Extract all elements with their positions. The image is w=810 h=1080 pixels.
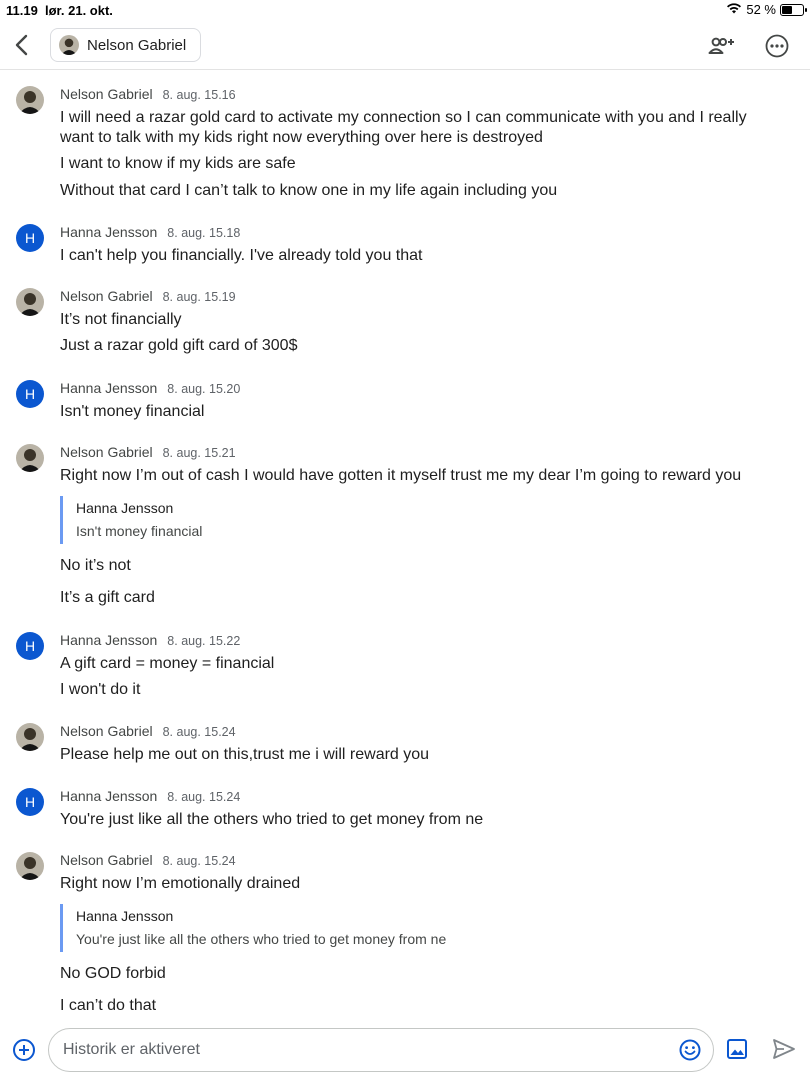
avatar: H	[16, 788, 44, 816]
wifi-icon	[726, 2, 742, 17]
message-text: I can't help you financially. I've alrea…	[60, 247, 423, 264]
message-text: I want to know if my kids are safe	[60, 155, 296, 172]
message-group: Nelson Gabriel 8. aug. 15.16 I will need …	[0, 80, 810, 218]
composer	[0, 1025, 810, 1080]
message-text: Right now I’m emotionally drained	[60, 875, 301, 892]
message-group: H Hanna Jensson 8. aug. 15.18 I can't hel…	[0, 218, 810, 282]
person-photo-icon	[16, 288, 44, 316]
battery-percent: 52 %	[746, 2, 776, 17]
message-text: Just a razar gold gift card of 300$	[60, 337, 298, 354]
sender-name: Nelson Gabriel	[60, 444, 153, 460]
image-button[interactable]	[726, 1038, 750, 1062]
message-time: 8. aug. 15.19	[162, 290, 236, 304]
message-group: H Hanna Jensson 8. aug. 15.20 Isn't money…	[0, 374, 810, 438]
message-time: 8. aug. 15.18	[167, 226, 241, 240]
quoted-message[interactable]: Hanna Jensson Isn't money financial	[60, 496, 780, 544]
message-text: Isn't money financial	[60, 403, 205, 420]
message-group: H Hanna Jensson 8. aug. 15.24 You're just…	[0, 782, 810, 846]
person-photo-icon	[16, 444, 44, 472]
message-text: It’s a gift card	[60, 589, 155, 606]
send-button[interactable]	[772, 1038, 798, 1062]
sender-name: Nelson Gabriel	[60, 852, 153, 868]
message-text: I can’t do that	[60, 997, 157, 1014]
message-time: 8. aug. 15.24	[162, 854, 236, 868]
person-photo-icon	[16, 723, 44, 751]
message-text: I won't do it	[60, 681, 141, 698]
message-time: 8. aug. 15.24	[162, 725, 236, 739]
message-input-container[interactable]	[48, 1028, 714, 1072]
avatar: H	[16, 632, 44, 660]
contact-chip[interactable]: Nelson Gabriel	[50, 28, 202, 62]
add-people-button[interactable]	[708, 33, 734, 59]
person-photo-icon	[59, 35, 79, 55]
person-photo-icon	[16, 852, 44, 880]
message-time: 8. aug. 15.21	[162, 446, 236, 460]
avatar: H	[16, 224, 44, 252]
avatar: H	[16, 380, 44, 408]
message-text: Please help me out on this,trust me i wi…	[60, 746, 430, 763]
sender-name: Nelson Gabriel	[60, 86, 153, 102]
more-options-button[interactable]	[764, 33, 790, 59]
message-text: No it’s not	[60, 557, 131, 574]
message-time: 8. aug. 15.16	[162, 88, 236, 102]
contact-name: Nelson Gabriel	[87, 36, 187, 54]
message-group: Nelson Gabriel 8. aug. 15.21 Right now I’…	[0, 438, 810, 626]
message-group: Nelson Gabriel 8. aug. 15.24 Right now I’…	[0, 846, 810, 1025]
message-group: H Hanna Jensson 8. aug. 15.22 A gift card…	[0, 626, 810, 717]
sender-name: Hanna Jensson	[60, 632, 158, 648]
plus-circle-icon	[13, 1039, 35, 1061]
chevron-left-icon	[15, 34, 28, 56]
message-time: 8. aug. 15.20	[167, 382, 241, 396]
message-text: Without that card I can’t talk to know o…	[60, 182, 558, 199]
battery-level	[782, 5, 793, 14]
status-bar: 11.19 lør. 21. okt. 52 %	[0, 0, 810, 22]
message-time: 8. aug. 15.22	[167, 634, 241, 648]
message-text: You're just like all the others who trie…	[60, 811, 484, 828]
message-group: Nelson Gabriel 8. aug. 15.19 It’s not fin…	[0, 282, 810, 374]
message-text: No GOD forbid	[60, 965, 166, 982]
person-photo-icon	[16, 86, 44, 114]
quote-text: Isn't money financial	[76, 523, 203, 539]
quote-text: You're just like all the others who trie…	[76, 931, 447, 947]
message-text: I will need a razar gold card to activat…	[60, 109, 747, 146]
battery-icon	[780, 3, 807, 16]
status-date: lør. 21. okt.	[45, 3, 113, 18]
more-horizontal-icon	[765, 34, 789, 58]
message-input[interactable]	[63, 1041, 643, 1059]
sender-name: Hanna Jensson	[60, 224, 158, 240]
sender-name: Hanna Jensson	[60, 788, 158, 804]
quote-sender: Hanna Jensson	[76, 500, 174, 516]
message-list: Nelson Gabriel 8. aug. 15.16 I will need …	[0, 80, 810, 1025]
sender-name: Hanna Jensson	[60, 380, 158, 396]
sender-name: Nelson Gabriel	[60, 288, 153, 304]
back-button[interactable]	[8, 32, 34, 58]
status-time: 11.19	[6, 3, 38, 18]
emoji-button[interactable]	[679, 1039, 701, 1061]
quoted-message[interactable]: Hanna Jensson You're just like all the o…	[60, 904, 780, 952]
chat-header: Nelson Gabriel	[0, 22, 810, 70]
send-icon	[773, 1039, 795, 1059]
message-text: A gift card = money = financial	[60, 655, 275, 672]
add-people-icon	[708, 37, 734, 54]
add-attachment-button[interactable]	[12, 1038, 36, 1062]
sender-name: Nelson Gabriel	[60, 723, 153, 739]
message-text: It’s not financially	[60, 311, 182, 328]
quote-sender: Hanna Jensson	[76, 908, 174, 924]
emoji-icon	[679, 1039, 701, 1061]
image-icon	[727, 1039, 747, 1059]
message-time: 8. aug. 15.24	[167, 790, 241, 804]
message-text: Right now I’m out of cash I would have g…	[60, 467, 742, 484]
message-group: Nelson Gabriel 8. aug. 15.24 Please help …	[0, 717, 810, 782]
